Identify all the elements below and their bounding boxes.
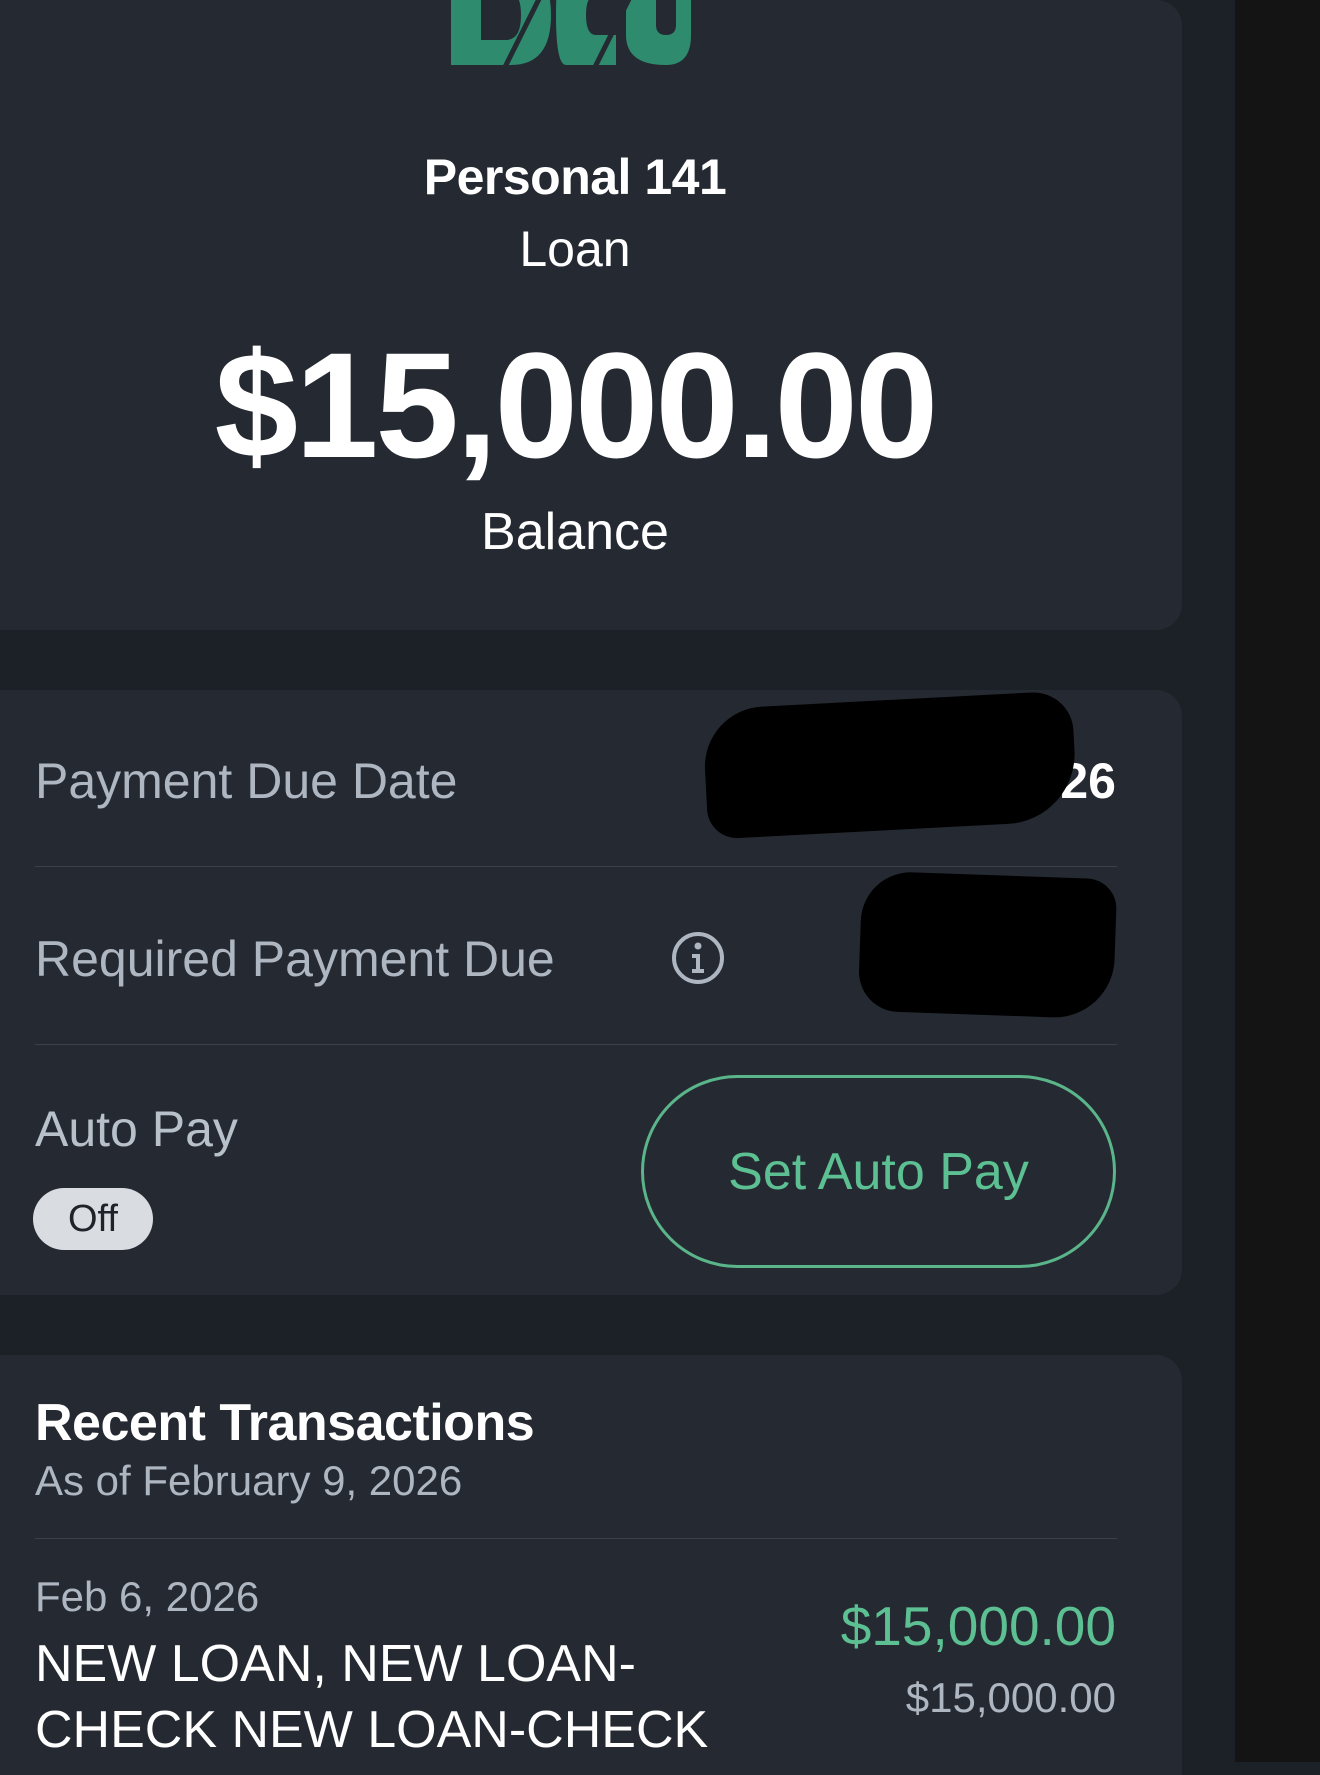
redaction-mark [857,870,1118,1020]
transaction-amount: $15,000.00 [840,1595,1116,1657]
balance-amount: $15,000.00 [214,321,939,489]
balance-label: Balance [481,503,669,561]
transaction-description: NEW LOAN, NEW LOAN-CHECK NEW LOAN-CHECK [35,1635,709,1759]
transactions-title: Recent Transactions [35,1394,535,1452]
account-name: Personal 141 [423,149,727,205]
divider [35,1044,1117,1045]
info-icon[interactable] [671,931,725,985]
required-payment-label: Required Payment Due [35,931,555,987]
auto-pay-status-badge: Off [33,1188,153,1250]
set-auto-pay-button[interactable]: Set Auto Pay [641,1075,1116,1268]
transaction-running-balance: $15,000.00 [905,1674,1116,1721]
divider [35,866,1117,867]
screen-edge [1235,0,1320,1762]
divider [35,1538,1117,1539]
account-summary-card: Personal 141 Loan $15,000.00 Balance [0,0,1182,630]
account-type: Loan [519,221,631,277]
transactions-as-of: As of February 9, 2026 [35,1457,463,1504]
transaction-date: Feb 6, 2026 [35,1573,260,1620]
auto-pay-label: Auto Pay [35,1101,238,1157]
payment-due-date-label: Payment Due Date [35,753,458,809]
dcu-logo [441,0,691,78]
redaction-mark [820,750,920,810]
